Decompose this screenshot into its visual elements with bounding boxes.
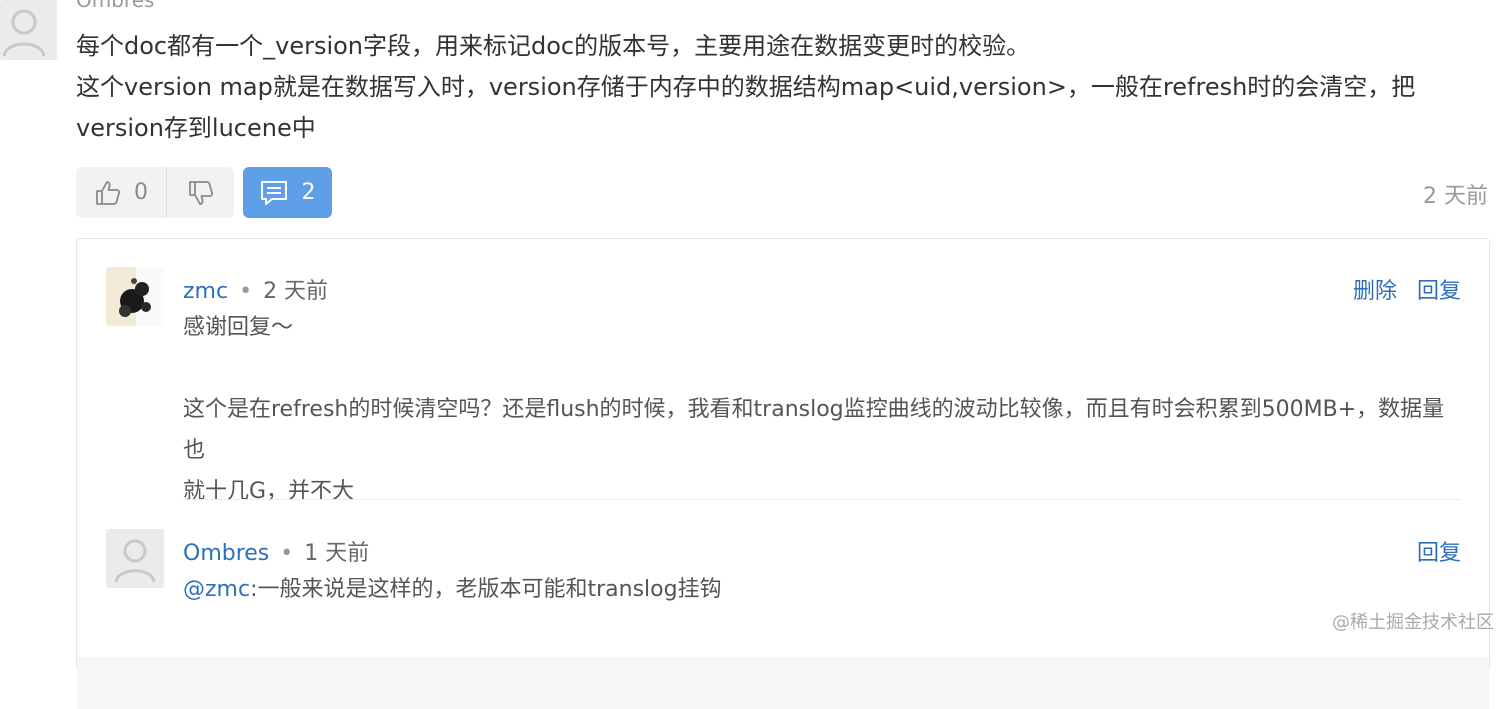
- thumbs-down-icon: [188, 180, 213, 205]
- reply-username[interactable]: zmc: [183, 279, 228, 304]
- comment-icon: [260, 180, 287, 205]
- separator-dot: •: [239, 279, 253, 304]
- post-author-name[interactable]: Ombres: [76, 0, 154, 12]
- reply-username[interactable]: Ombres: [183, 541, 269, 566]
- reply-line: [183, 348, 1463, 389]
- reply-header: Ombres • 1 天前: [183, 535, 369, 567]
- reply-input-area: [77, 658, 1489, 709]
- reply-text: :一般来说是这样的，老版本可能和translog挂钩: [250, 577, 722, 602]
- reply-actions: 删除 回复: [1353, 273, 1461, 305]
- reply-content: @zmc:一般来说是这样的，老版本可能和translog挂钩: [183, 569, 1463, 610]
- user-avatar-icon: [0, 0, 57, 60]
- delete-button[interactable]: 删除: [1353, 273, 1397, 305]
- ink-avatar-image: [106, 267, 164, 326]
- reply-time: 1 天前: [304, 541, 370, 566]
- reply-time: 2 天前: [263, 279, 329, 304]
- reply-avatar[interactable]: [106, 529, 164, 588]
- reply-line: 感谢回复～: [183, 315, 294, 340]
- comment-count: 2: [301, 180, 316, 205]
- reply-line: 这个是在refresh的时候清空吗？还是flush的时候，我看和translog…: [183, 397, 1445, 463]
- reply-header: zmc • 2 天前: [183, 273, 328, 305]
- like-button[interactable]: 0: [76, 167, 166, 218]
- user-avatar-icon: [106, 529, 164, 588]
- reply-button[interactable]: 回复: [1417, 535, 1461, 567]
- mention-link[interactable]: @zmc: [183, 577, 250, 602]
- reply-divider: [183, 499, 1461, 500]
- replies-panel: zmc • 2 天前 删除 回复 感谢回复～ 这个是在refresh的时候清空吗…: [76, 238, 1490, 709]
- dislike-button[interactable]: [167, 167, 234, 218]
- separator-dot: •: [280, 541, 294, 566]
- reply-content: 感谢回复～ 这个是在refresh的时候清空吗？还是flush的时候，我看和tr…: [183, 307, 1463, 512]
- post-line: 这个version map就是在数据写入时，version存储于内存中的数据结构…: [76, 73, 1416, 101]
- post-author-avatar[interactable]: [0, 0, 57, 60]
- comment-toggle-button[interactable]: 2: [243, 167, 332, 218]
- reply-button[interactable]: 回复: [1417, 273, 1461, 305]
- vote-group: 0: [76, 167, 234, 218]
- post-time: 2 天前: [1423, 184, 1488, 209]
- post-line: version存到lucene中: [76, 114, 316, 142]
- reply-line: 就十几G，并不大: [183, 479, 355, 504]
- like-count: 0: [134, 180, 148, 205]
- post-line: 每个doc都有一个_version字段，用来标记doc的版本号，主要用途在数据变…: [76, 32, 1031, 60]
- reply-actions: 回复: [1417, 535, 1461, 567]
- post-content: 每个doc都有一个_version字段，用来标记doc的版本号，主要用途在数据变…: [76, 26, 1476, 149]
- reply-avatar[interactable]: [106, 267, 164, 326]
- thumbs-up-icon: [96, 180, 121, 205]
- watermark: @稀土掘金技术社区: [1332, 612, 1494, 633]
